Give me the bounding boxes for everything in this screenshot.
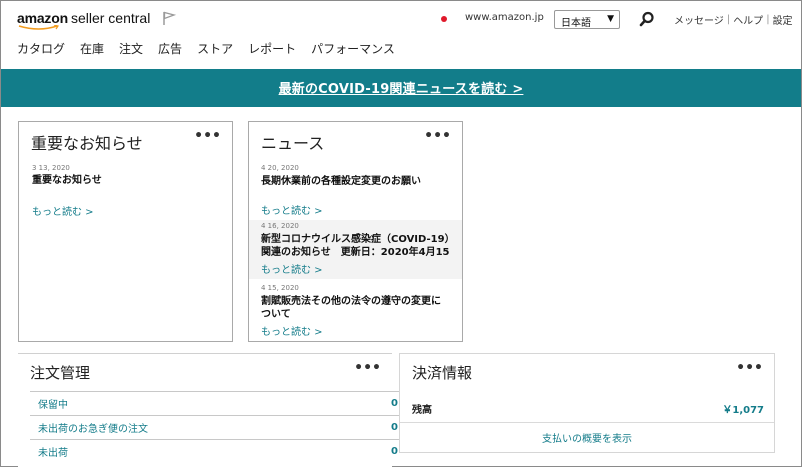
- news-title: 長期休業前の各種設定変更のお願い: [261, 176, 421, 187]
- more-options-icon[interactable]: •••: [194, 128, 221, 144]
- card-title: 注文管理: [30, 364, 91, 382]
- order-management-card: 注文管理 ••• 保留中 0 未出荷のお急ぎ便の注文 0 未出荷 0: [18, 353, 410, 467]
- notice-date: 3 13, 2020: [32, 164, 70, 172]
- card-title: ニュース: [261, 134, 325, 153]
- main-nav: カタログ 在庫 注文 広告 ストア レポート パフォーマンス: [17, 40, 410, 57]
- news-title: 新型コロナウイルス感染症（COVID-19） 関連のお知らせ 更新日：2020年…: [261, 233, 462, 259]
- news-item: 4 15, 2020 割賦販売法その他の法令の遵守の変更に ついて もっと読む …: [249, 282, 462, 342]
- read-more-link[interactable]: もっと読む >: [261, 261, 462, 276]
- balance-value[interactable]: ￥1,077: [722, 401, 764, 416]
- logo-amazon-text: amazon: [17, 10, 68, 26]
- balance-label: 残高: [412, 405, 432, 416]
- language-select-value: 日本語: [561, 18, 591, 29]
- logo-product-text: seller central: [70, 10, 151, 26]
- settings-link[interactable]: 設定: [773, 12, 793, 27]
- news-title: 割賦販売法その他の法令の遵守の変更に ついて: [261, 295, 462, 321]
- more-options-icon[interactable]: •••: [424, 128, 451, 144]
- japan-flag-icon: [439, 14, 449, 24]
- order-label[interactable]: 未出荷のお急ぎ便の注文: [38, 420, 148, 435]
- divider: |: [766, 14, 770, 25]
- read-more-link[interactable]: もっと読む >: [32, 203, 94, 218]
- order-count[interactable]: 0: [391, 398, 398, 409]
- notice-title: 重要なお知らせ: [32, 175, 102, 186]
- order-row-pending[interactable]: 保留中 0: [30, 391, 410, 415]
- more-options-icon[interactable]: •••: [354, 360, 381, 376]
- marketplace-link[interactable]: www.amazon.jp: [465, 12, 544, 23]
- read-more-link[interactable]: もっと読む >: [261, 323, 462, 338]
- balance-row: 残高 ￥1,077: [412, 401, 764, 416]
- order-row-unshipped[interactable]: 未出荷 0: [30, 439, 410, 463]
- news-date: 4 15, 2020: [261, 284, 299, 292]
- divider: |: [726, 14, 731, 25]
- nav-catalog[interactable]: カタログ: [17, 40, 65, 57]
- order-row-premium-unshipped[interactable]: 未出荷のお急ぎ便の注文 0: [30, 415, 410, 439]
- flag-icon[interactable]: [161, 10, 177, 26]
- news-title-line: 関連のお知らせ 更新日：2020年4月15: [261, 247, 450, 258]
- search-icon[interactable]: [639, 11, 655, 27]
- news-card: ニュース ••• 4 20, 2020 長期休業前の各種設定変更のお願い もっと…: [248, 121, 463, 342]
- nav-performance[interactable]: パフォーマンス: [311, 40, 395, 57]
- nav-advertising[interactable]: 広告: [158, 40, 182, 57]
- news-title-line: 割賦販売法その他の法令の遵守の変更に: [261, 296, 441, 307]
- important-notices-card: 重要なお知らせ ••• 3 13, 2020 重要なお知らせ もっと読む >: [18, 121, 233, 342]
- payment-summary-link[interactable]: 支払いの概要を表示: [400, 422, 774, 445]
- read-more-link[interactable]: もっと読む >: [261, 202, 462, 217]
- news-date: 4 20, 2020: [261, 164, 299, 172]
- seller-central-logo[interactable]: amazon seller central: [17, 10, 150, 30]
- nav-stores[interactable]: ストア: [197, 40, 233, 57]
- news-item: 4 16, 2020 新型コロナウイルス感染症（COVID-19） 関連のお知ら…: [249, 220, 462, 279]
- help-link[interactable]: ヘルプ: [733, 12, 763, 27]
- order-count[interactable]: 0: [391, 422, 398, 433]
- top-links: メッセージ | ヘルプ | 設定: [674, 12, 793, 27]
- news-title-line: 新型コロナウイルス感染症（COVID-19）: [261, 234, 455, 245]
- payments-card: 決済情報 ••• 残高 ￥1,077 支払いの概要を表示: [399, 353, 775, 453]
- nav-reports[interactable]: レポート: [248, 40, 296, 57]
- nav-inventory[interactable]: 在庫: [80, 40, 104, 57]
- amazon-smile-icon: [18, 25, 59, 30]
- order-label[interactable]: 保留中: [38, 396, 68, 411]
- top-header: amazon seller central www.amazon.jp 日本語 …: [1, 1, 801, 69]
- order-count[interactable]: 0: [391, 446, 398, 457]
- news-title-line: ついて: [261, 309, 291, 320]
- nav-orders[interactable]: 注文: [119, 40, 143, 57]
- order-label[interactable]: 未出荷: [38, 444, 68, 459]
- language-select[interactable]: 日本語 ▼: [554, 10, 620, 29]
- messages-link[interactable]: メッセージ: [674, 12, 724, 27]
- more-options-icon[interactable]: •••: [736, 360, 763, 376]
- card-title: 決済情報: [412, 364, 473, 382]
- covid-news-banner: 最新のCOVID-19関連ニュースを読む >: [1, 69, 801, 107]
- covid-news-link[interactable]: 最新のCOVID-19関連ニュースを読む >: [279, 78, 524, 97]
- orders-table: 保留中 0 未出荷のお急ぎ便の注文 0 未出荷 0: [30, 391, 410, 463]
- card-title: 重要なお知らせ: [31, 134, 143, 153]
- news-item: 4 20, 2020 長期休業前の各種設定変更のお願い もっと読む >: [249, 162, 462, 218]
- news-date: 4 16, 2020: [261, 222, 299, 230]
- dropdown-caret-icon: ▼: [607, 14, 614, 24]
